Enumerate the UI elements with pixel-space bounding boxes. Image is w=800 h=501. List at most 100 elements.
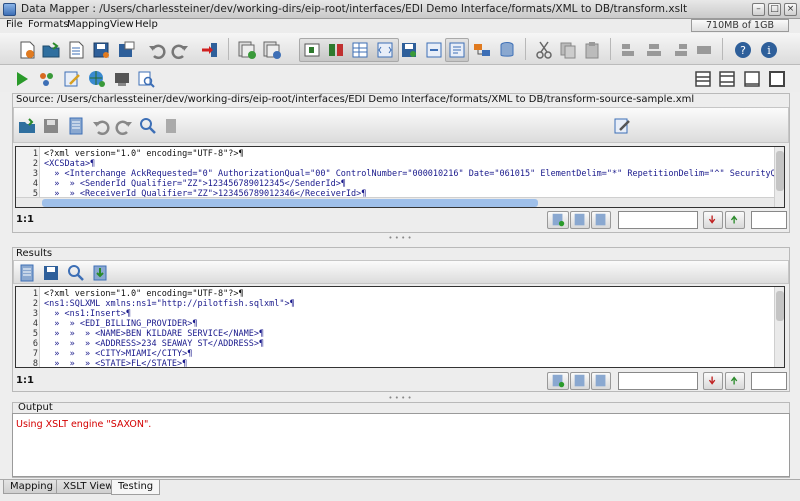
split-handle[interactable]: • • • •: [0, 235, 800, 242]
source-cursor-position: 1:1: [16, 214, 34, 225]
copy-icon[interactable]: [558, 40, 578, 60]
close-button[interactable]: ×: [784, 3, 797, 16]
format-settings-icon[interactable]: [262, 40, 282, 60]
layout-single-icon[interactable]: [742, 69, 762, 89]
new-file-icon[interactable]: [17, 40, 37, 60]
globe-icon[interactable]: [87, 69, 107, 89]
code-line: <XCSData>¶: [44, 159, 96, 169]
open-folder-icon[interactable]: [41, 40, 61, 60]
menu-mapping[interactable]: Mapping: [67, 19, 110, 30]
mapping-view-icon[interactable]: [326, 40, 346, 60]
code-line: <?xml version="1.0" encoding="UTF-8"?>¶: [44, 289, 244, 299]
source-list-icon[interactable]: [66, 116, 86, 136]
source-validate-icon[interactable]: [547, 211, 569, 229]
step-icon[interactable]: [37, 69, 57, 89]
grid-view-icon[interactable]: [350, 40, 370, 60]
exit-icon[interactable]: [200, 40, 220, 60]
source-goto-field[interactable]: [751, 211, 787, 229]
source-format-icon[interactable]: [570, 211, 590, 229]
source-find-next-icon[interactable]: [725, 211, 745, 229]
run-icon[interactable]: [12, 69, 32, 89]
save-icon[interactable]: [91, 40, 111, 60]
toolbar-separator: [610, 38, 611, 60]
transform-icon[interactable]: [424, 40, 444, 60]
results-validate-icon[interactable]: [547, 372, 569, 390]
line-number: 2: [32, 159, 38, 169]
results-editor[interactable]: 1 2 3 4 5 6 7 8 <?xml version="1.0" enco…: [15, 286, 785, 368]
info-icon[interactable]: i: [759, 40, 779, 60]
cut-icon[interactable]: [534, 40, 554, 60]
source-redo-icon[interactable]: [114, 116, 134, 136]
save-source-icon[interactable]: [41, 116, 61, 136]
code-line: » » <SenderId Qualifier="ZZ">12345678901…: [44, 179, 346, 189]
tab-testing[interactable]: Testing: [111, 480, 161, 495]
xsl-editor-icon[interactable]: [447, 40, 467, 60]
schema-icon[interactable]: [472, 40, 492, 60]
console-icon[interactable]: [112, 69, 132, 89]
results-find-field[interactable]: [618, 372, 698, 390]
line-number: 1: [32, 289, 38, 299]
paste-icon[interactable]: [582, 40, 602, 60]
database-icon[interactable]: [497, 40, 517, 60]
align-left-icon[interactable]: [619, 40, 639, 60]
save-as-icon[interactable]: [116, 40, 136, 60]
load-source-icon[interactable]: [17, 116, 37, 136]
results-find-next-icon[interactable]: [725, 372, 745, 390]
results-status-bar: 1:1: [12, 371, 790, 391]
results-format-icon[interactable]: [570, 372, 590, 390]
results-list-icon[interactable]: [17, 263, 37, 283]
layout-full-icon[interactable]: [767, 69, 787, 89]
toolbar-separator: [722, 38, 723, 60]
layout-split-icon[interactable]: [717, 69, 737, 89]
results-gutter: 1 2 3 4 5 6 7 8: [16, 287, 40, 367]
menu-help[interactable]: Help: [135, 19, 158, 30]
minimize-button[interactable]: –: [752, 3, 765, 16]
xslt-source-icon[interactable]: [375, 40, 395, 60]
tree-view-icon[interactable]: [302, 40, 322, 60]
source-horizontal-scrollbar[interactable]: [16, 197, 774, 207]
line-number: 8: [32, 359, 38, 368]
results-goto-field[interactable]: [751, 372, 787, 390]
app-icon: [3, 3, 16, 16]
results-save-icon[interactable]: [41, 263, 61, 283]
memory-indicator[interactable]: 710MB of 1GB: [691, 19, 789, 32]
layout-horizontal-icon[interactable]: [693, 69, 713, 89]
source-wrap-icon[interactable]: [591, 211, 611, 229]
maximize-button[interactable]: □: [768, 3, 781, 16]
results-search-icon[interactable]: [66, 263, 86, 283]
source-edit-icon[interactable]: [612, 116, 632, 136]
align-right-icon[interactable]: [670, 40, 690, 60]
toolbar-separator: [228, 38, 229, 60]
source-undo-icon[interactable]: [91, 116, 111, 136]
menu-formats[interactable]: Formats: [28, 19, 68, 30]
window-title: Data Mapper : /Users/charlessteiner/dev/…: [21, 3, 688, 15]
tab-mapping[interactable]: Mapping: [3, 480, 60, 494]
add-format-icon[interactable]: [237, 40, 257, 60]
source-copy-icon[interactable]: [161, 116, 181, 136]
source-find-field[interactable]: [618, 211, 698, 229]
output-console[interactable]: Using XSLT engine "SAXON".: [12, 413, 790, 477]
inspect-icon[interactable]: [136, 69, 156, 89]
edit-test-icon[interactable]: [62, 69, 82, 89]
menu-file[interactable]: File: [6, 19, 23, 30]
help-icon[interactable]: ?: [733, 40, 753, 60]
menu-view[interactable]: View: [110, 19, 134, 30]
split-handle[interactable]: • • • •: [0, 395, 800, 402]
source-find-prev-icon[interactable]: [703, 211, 723, 229]
source-vertical-scrollbar[interactable]: [774, 147, 784, 207]
code-line: » » » <ADDRESS>234 SEAWAY ST</ADDRESS>¶: [44, 339, 265, 349]
results-find-prev-icon[interactable]: [703, 372, 723, 390]
align-center-icon[interactable]: [644, 40, 664, 60]
source-editor[interactable]: 1 2 3 4 5 <?xml version="1.0" encoding="…: [15, 146, 785, 208]
source-search-icon[interactable]: [138, 116, 158, 136]
distribute-icon[interactable]: [694, 40, 714, 60]
save-result-icon[interactable]: [399, 40, 419, 60]
redo-icon[interactable]: [170, 40, 190, 60]
results-wrap-icon[interactable]: [591, 372, 611, 390]
undo-icon[interactable]: [147, 40, 167, 60]
line-number: 2: [32, 299, 38, 309]
results-export-icon[interactable]: [90, 263, 110, 283]
recent-files-icon[interactable]: [67, 40, 87, 60]
results-vertical-scrollbar[interactable]: [774, 287, 784, 367]
line-number: 1: [32, 149, 38, 159]
